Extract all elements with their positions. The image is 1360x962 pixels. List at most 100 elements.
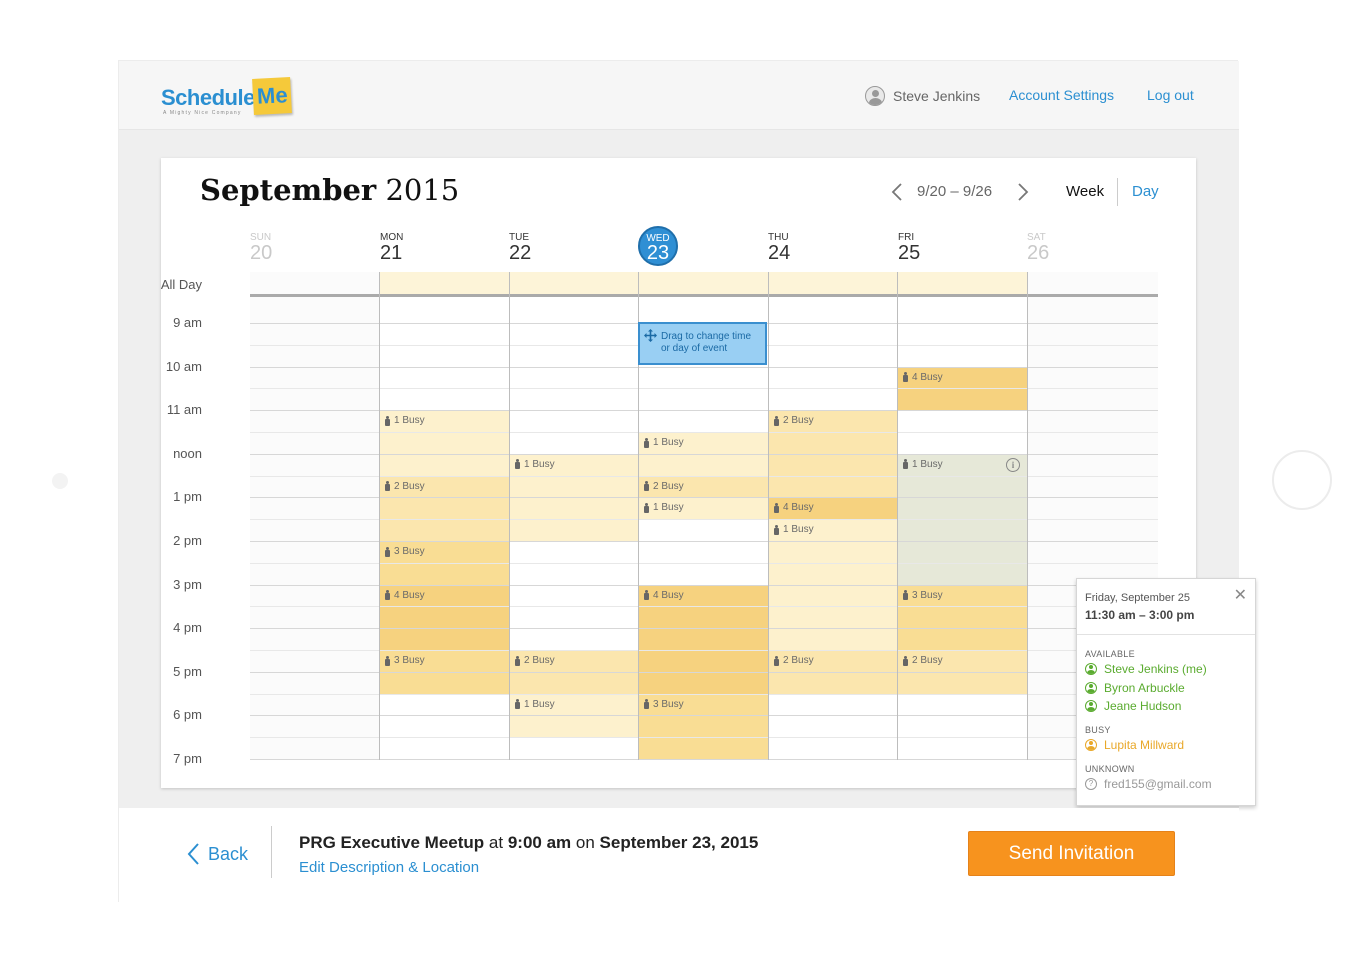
- event-time: 9:00 am: [507, 833, 572, 852]
- month-title: September 2015: [200, 173, 459, 207]
- allday-cell: [897, 272, 1027, 294]
- person-icon: [385, 590, 390, 601]
- busy-count-text: 3 Busy: [394, 546, 425, 557]
- hour-line: [250, 541, 1158, 542]
- date-range-text: 9/20 – 9/26: [917, 183, 993, 200]
- day-header-thu[interactable]: THU 24: [768, 232, 828, 263]
- next-week-chevron-right-icon[interactable]: [1011, 181, 1033, 203]
- person-icon: [903, 459, 908, 470]
- send-invitation-button[interactable]: Send Invitation: [968, 831, 1175, 876]
- busy-count-label: 2 Busy: [515, 655, 555, 666]
- event-date: September 23, 2015: [599, 833, 759, 852]
- busy-count-label: 1 Busy: [385, 415, 425, 426]
- half-hour-line: [250, 606, 1158, 608]
- logout-link[interactable]: Log out: [1147, 87, 1194, 103]
- event-hint-line1: Drag to change time: [661, 331, 752, 342]
- busy-count-label: 1 Busy: [644, 437, 684, 448]
- person-name: Lupita Millward: [1104, 738, 1185, 752]
- allday-cell: [638, 272, 768, 294]
- person-icon: [903, 372, 908, 383]
- person-name: fred155@gmail.com: [1104, 777, 1212, 791]
- busy-count-text: 2 Busy: [912, 655, 943, 666]
- summary-on: on: [575, 833, 595, 852]
- person-available-icon: [1085, 700, 1097, 712]
- hour-line: [250, 453, 1158, 455]
- edit-description-link[interactable]: Edit Description & Location: [299, 859, 479, 876]
- day-header-tue[interactable]: TUE 22: [509, 232, 569, 263]
- user-menu[interactable]: Steve Jenkins: [865, 86, 980, 106]
- time-label: 2 pm: [173, 533, 202, 548]
- busy-count-label: 1 Busy: [515, 699, 555, 710]
- half-hour-line: [250, 737, 1158, 739]
- prev-week-chevron-left-icon[interactable]: [887, 181, 909, 203]
- busy-count-text: 1 Busy: [524, 458, 555, 470]
- day-header-sat[interactable]: SAT 26: [1027, 232, 1087, 263]
- person-icon: [644, 502, 649, 513]
- person-icon: [774, 415, 779, 426]
- summary-at: at: [488, 833, 504, 852]
- busy-count-label: 3 Busy: [385, 546, 425, 557]
- busy-count-text: 2 Busy: [783, 415, 814, 427]
- busy-count-label: 1 Busy: [774, 524, 814, 535]
- day-number: 23: [646, 242, 670, 264]
- day-divider: [897, 272, 898, 760]
- allday-cell: [509, 272, 638, 294]
- day-header-mon[interactable]: MON 21: [380, 232, 440, 263]
- event-name: PRG Executive Meetup: [299, 833, 485, 852]
- day-number: 21: [380, 242, 403, 264]
- person-available[interactable]: Steve Jenkins (me): [1085, 662, 1207, 676]
- person-icon: [903, 655, 908, 666]
- time-label: 5 pm: [173, 663, 202, 679]
- hour-line: [250, 759, 1158, 760]
- busy-count-text: 3 Busy: [653, 698, 684, 710]
- main-area: September 2015 9/20 – 9/26 Week Day SUN 2…: [119, 130, 1256, 808]
- busy-count-text: 1 Busy: [912, 458, 943, 470]
- busy-block: [768, 584, 897, 650]
- event-hint: Drag to change time or day of event: [661, 331, 751, 355]
- person-available-icon: [1085, 681, 1097, 694]
- back-chevron-left-icon: [187, 843, 199, 865]
- busy-count-label: 2 Busy: [774, 655, 814, 666]
- view-toggle-divider: [1117, 178, 1118, 206]
- view-week-toggle[interactable]: Week: [1066, 183, 1104, 200]
- busy-count-label: 4 Busy: [903, 372, 943, 383]
- half-hour-line: [250, 693, 1158, 695]
- hour-line: [250, 410, 1158, 412]
- move-arrows-icon: [644, 329, 657, 342]
- person-unknown[interactable]: ? fred155@gmail.com: [1085, 777, 1212, 791]
- popover-close-icon[interactable]: ✕: [1234, 585, 1247, 605]
- day-number: 26: [1027, 242, 1050, 264]
- busy-block: [768, 453, 897, 476]
- unknown-section-label: UNKNOWN: [1085, 764, 1135, 774]
- busy-count-label: 4 Busy: [644, 590, 684, 601]
- popover-divider: [1077, 634, 1255, 635]
- day-header-fri[interactable]: FRI 25: [898, 232, 958, 263]
- back-button[interactable]: Back: [186, 842, 248, 866]
- person-available[interactable]: Byron Arbuckle: [1085, 681, 1185, 695]
- today-day-header[interactable]: WED 23: [638, 226, 678, 266]
- info-icon[interactable]: i: [1006, 457, 1020, 472]
- busy-count-text: 4 Busy: [653, 589, 684, 601]
- day-divider: [379, 272, 380, 760]
- busy-count-label: 1 Busy: [515, 459, 555, 470]
- hour-line: [250, 584, 1158, 586]
- person-busy[interactable]: Lupita Millward: [1085, 738, 1184, 752]
- bottom-divider: [271, 826, 272, 878]
- busy-block: [509, 475, 638, 541]
- day-header-sun[interactable]: SUN 20: [250, 232, 310, 263]
- person-available[interactable]: Jeane Hudson: [1085, 699, 1181, 713]
- day-number: 25: [898, 242, 921, 264]
- busy-count-text: 2 Busy: [783, 655, 814, 666]
- draggable-event-block[interactable]: Drag to change time or day of event: [638, 322, 767, 365]
- logo[interactable]: Schedule Me A Mighty Nice Company: [161, 77, 293, 117]
- busy-count-text: 1 Busy: [783, 524, 814, 536]
- account-settings-link[interactable]: Account Settings: [1009, 87, 1114, 103]
- hour-line: [250, 671, 1158, 673]
- app-window: Schedule Me A Mighty Nice Company Steve …: [118, 60, 1256, 903]
- half-hour-line: [250, 388, 1158, 390]
- person-name: Jeane Hudson: [1104, 699, 1182, 713]
- half-hour-line: [250, 519, 1158, 521]
- person-icon: [385, 546, 390, 557]
- view-day-toggle[interactable]: Day: [1132, 183, 1159, 200]
- busy-count-text: 4 Busy: [394, 589, 425, 601]
